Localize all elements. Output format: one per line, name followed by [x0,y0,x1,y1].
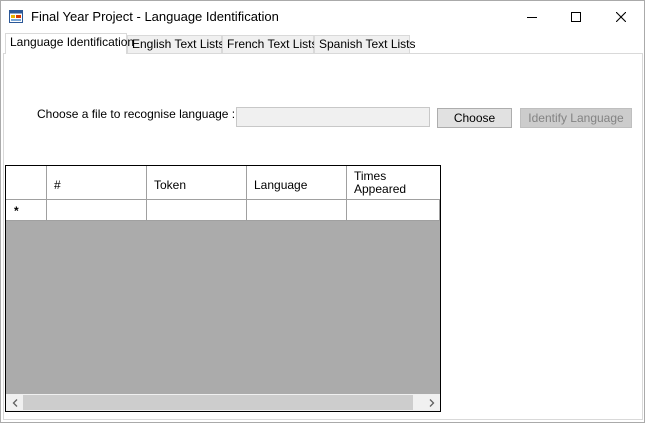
tab-language-identification[interactable]: Language Identification [5,33,134,54]
grid-cell-times-appeared[interactable] [347,200,440,221]
column-header-times-appeared[interactable]: Times Appeared [347,166,440,200]
grid-cell-token[interactable] [147,200,247,221]
maximize-button[interactable] [553,1,599,32]
maximize-icon [571,11,581,22]
title-bar[interactable]: Final Year Project - Language Identifica… [1,1,644,32]
column-header-token[interactable]: Token [147,166,247,200]
new-row[interactable]: * [6,200,440,221]
tab-spanish-text-lists[interactable]: Spanish Text Lists [314,35,416,53]
column-header-label: Language [254,178,308,192]
close-icon [616,11,626,22]
grid-corner-header[interactable] [6,166,47,200]
grid-cell-language[interactable] [247,200,347,221]
app-window: Final Year Project - Language Identifica… [0,0,645,423]
grid-cell-number[interactable] [47,200,147,221]
chevron-left-icon [12,396,18,410]
tab-french-text-lists[interactable]: French Text Lists [222,35,317,53]
app-form-icon [9,10,23,23]
column-header-number[interactable]: # [47,166,147,200]
scrollbar-thumb[interactable] [23,395,413,410]
scroll-right-button[interactable] [423,394,440,411]
choose-button[interactable]: Choose [437,108,512,128]
choose-file-label: Choose a file to recognise language : [37,107,236,121]
row-header[interactable]: * [6,200,47,221]
column-header-label: Times Appeared [354,169,407,196]
minimize-icon [527,12,537,22]
column-header-label: Token [154,178,187,192]
grid-header-row: # Token Language Times Appeared [6,166,440,200]
horizontal-scrollbar[interactable] [6,394,440,411]
file-path-field[interactable] [236,107,430,127]
chevron-right-icon [429,396,435,410]
column-header-label: # [54,178,61,192]
tab-strip: Language Identification English Text Lis… [3,33,643,54]
new-row-marker: * [14,204,19,218]
scroll-left-button[interactable] [6,394,23,411]
window-title: Final Year Project - Language Identifica… [31,9,279,24]
identify-language-button[interactable]: Identify Language [520,108,632,128]
close-button[interactable] [598,1,644,32]
results-data-grid[interactable]: # Token Language Times Appeared * [5,165,441,412]
column-header-language[interactable]: Language [247,166,347,200]
tab-english-text-lists[interactable]: English Text Lists [127,35,225,53]
minimize-button[interactable] [509,1,555,32]
